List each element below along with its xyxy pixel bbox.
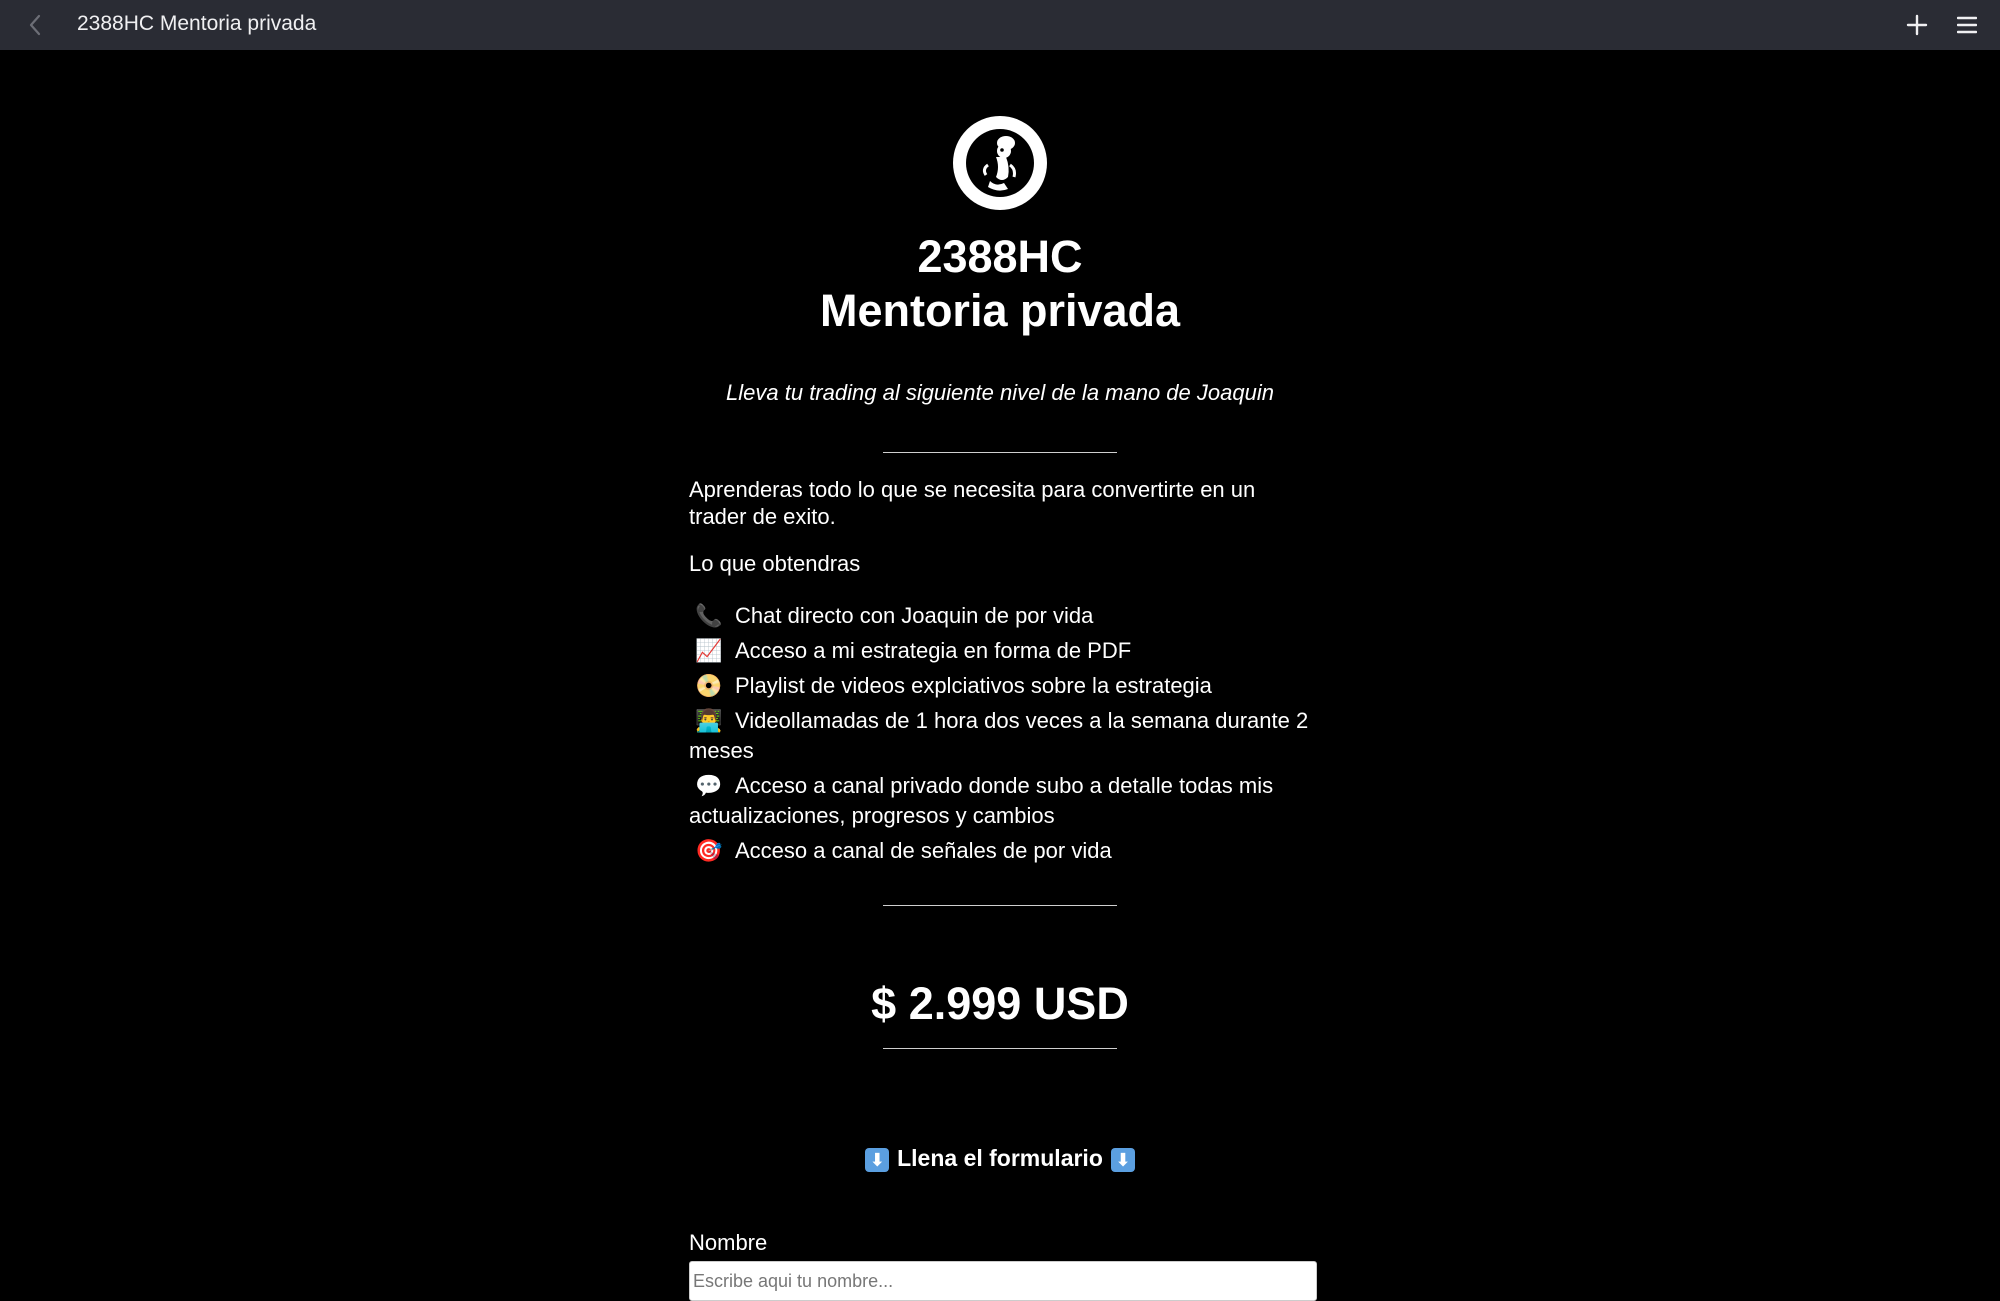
benefit-item-private-channel: 💬 Acceso a canal privado donde subo a det… <box>689 771 1311 831</box>
chevron-left-icon <box>29 14 41 36</box>
page-title-line2: Mentoria privada <box>819 285 1181 336</box>
window-title-bar: 2388HC Mentoria privada <box>0 0 2000 50</box>
page-subtitle: Lleva tu trading al siguiente nivel de l… <box>726 380 1274 405</box>
name-field-label: Nombre <box>689 1230 768 1255</box>
cartoon-character-logo <box>966 129 1034 197</box>
benefit-item-signals: 🎯 Acceso a canal de señales de por vida <box>689 836 1311 866</box>
benefit-text: Chat directo con Joaquin de por vida <box>735 603 1094 628</box>
dvd-icon: 📀 <box>695 673 723 698</box>
divider-top <box>883 452 1117 453</box>
menu-button[interactable] <box>1950 8 1984 42</box>
benefit-text: Acceso a canal privado donde subo a deta… <box>689 773 1274 828</box>
benefit-item-playlist: 📀 Playlist de videos explciativos sobre l… <box>689 671 1311 701</box>
benefit-item-chat: 📞 Chat directo con Joaquin de por vida <box>689 601 1311 631</box>
page-title: 2388HC Mentoria privada <box>689 230 1311 338</box>
form-heading: ⬇ Llena el formulario ⬇ <box>689 1145 1311 1172</box>
form-heading-text: Llena el formulario <box>897 1145 1103 1171</box>
page-title-line1: 2388HC <box>917 231 1083 282</box>
phone-icon: 📞 <box>695 603 723 628</box>
hamburger-menu-icon <box>1957 16 1977 34</box>
divider-bottom <box>883 1048 1117 1049</box>
name-input[interactable] <box>689 1261 1317 1301</box>
benefit-text: Acceso a canal de señales de por vida <box>735 838 1112 863</box>
benefits-list: 📞 Chat directo con Joaquin de por vida 📈 A… <box>689 601 1311 871</box>
benefit-text: Acceso a mi estrategia en forma de PDF <box>735 638 1132 663</box>
new-tab-button[interactable] <box>1900 8 1934 42</box>
down-arrow-icon: ⬇ <box>865 1147 890 1172</box>
brand-avatar <box>953 116 1047 210</box>
benefit-item-pdf: 📈 Acceso a mi estrategia en forma de PDF <box>689 636 1311 666</box>
speech-bubble-icon: 💬 <box>695 773 723 798</box>
down-arrow-icon: ⬇ <box>1110 1147 1135 1172</box>
benefit-text: Playlist de videos explciativos sobre la… <box>735 673 1212 698</box>
technologist-icon: 👨‍💻 <box>695 708 723 733</box>
target-icon: 🎯 <box>695 838 723 863</box>
window-title: 2388HC Mentoria privada <box>77 12 317 35</box>
benefits-heading: Lo que obtendras <box>689 551 861 576</box>
benefit-text: Videollamadas de 1 hora dos veces a la s… <box>689 708 1309 763</box>
benefit-item-videocalls: 👨‍💻 Videollamadas de 1 hora dos veces a l… <box>689 706 1311 766</box>
chart-increasing-icon: 📈 <box>695 638 723 663</box>
divider-middle <box>883 905 1117 906</box>
plus-icon <box>1906 14 1928 36</box>
back-button[interactable] <box>20 10 50 40</box>
intro-text: Aprenderas todo lo que se necesita para … <box>689 477 1256 529</box>
price-label: $ 2.999 USD <box>871 978 1129 1029</box>
